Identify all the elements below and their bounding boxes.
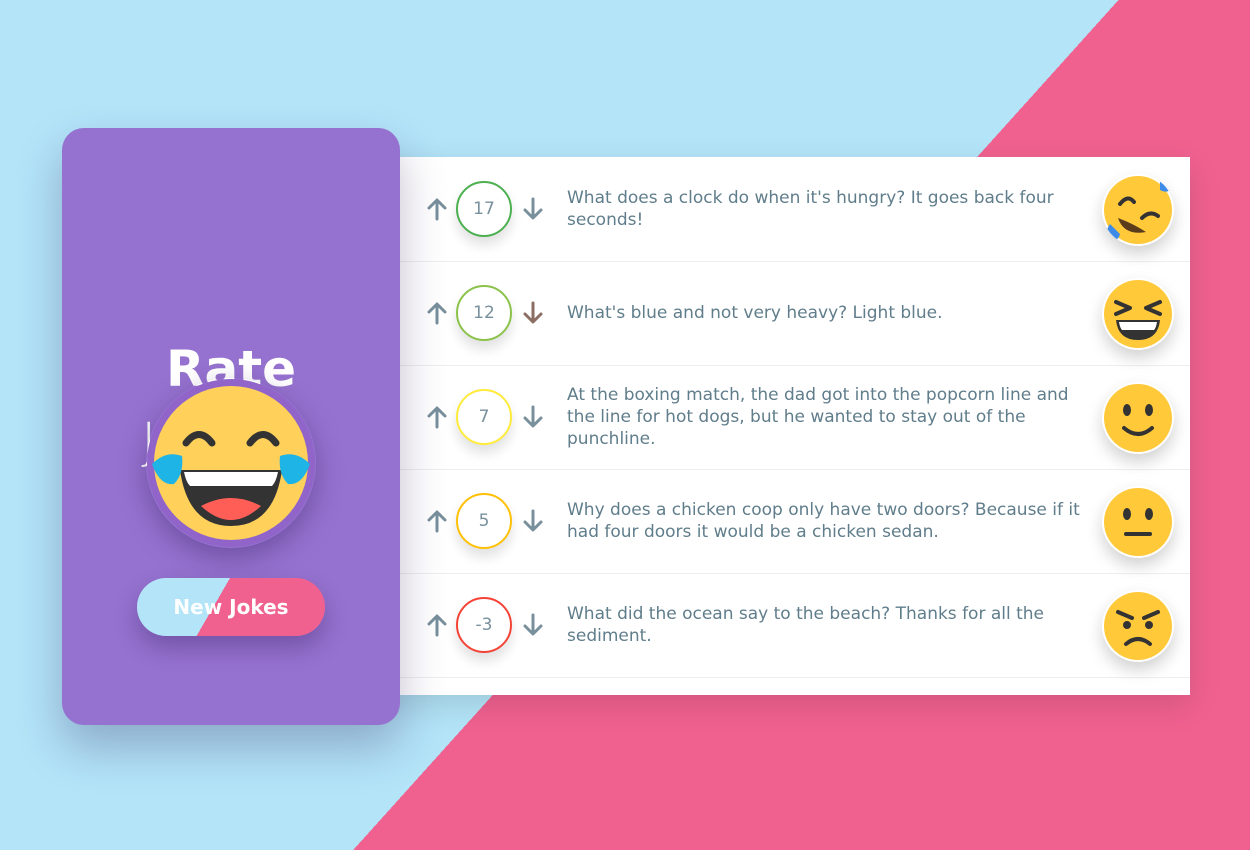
grinning-squinting-face-icon	[1104, 280, 1172, 348]
score-circle: -3	[456, 597, 512, 653]
jokes-list: 17 What does a clock do when it's hungry…	[380, 157, 1190, 695]
joke-text: At the boxing match, the dad got into th…	[567, 385, 1069, 449]
neutral-face-icon	[1104, 488, 1172, 556]
rolling-laughing-face-icon	[147, 379, 315, 547]
upvote-arrow-icon[interactable]	[423, 611, 451, 639]
score-circle: 7	[456, 389, 512, 445]
score-circle: 12	[456, 285, 512, 341]
upvote-arrow-icon[interactable]	[423, 299, 451, 327]
downvote-arrow-icon[interactable]	[519, 299, 547, 327]
rolling-on-floor-laughing-icon	[1104, 176, 1172, 244]
joke-text: What's blue and not very heavy? Light bl…	[567, 303, 943, 323]
joke-text: What did the ocean say to the beach? Tha…	[567, 604, 1045, 646]
upvote-arrow-icon[interactable]	[423, 403, 451, 431]
score-circle: 17	[456, 181, 512, 237]
joke-row: -3 What did the ocean say to the beach? …	[400, 573, 1190, 678]
joke-text: What does a clock do when it's hungry? I…	[567, 188, 1054, 230]
joke-row: 12 What's blue and not very heavy? Light…	[400, 261, 1190, 366]
slightly-smiling-face-icon	[1104, 384, 1172, 452]
downvote-arrow-icon[interactable]	[519, 195, 547, 223]
downvote-arrow-icon[interactable]	[519, 403, 547, 431]
joke-row: 5 Why does a chicken coop only have two …	[400, 469, 1190, 574]
sidebar: Rate Jokes New Jokes	[62, 128, 400, 725]
angry-face-icon	[1104, 592, 1172, 660]
joke-row: 7 At the boxing match, the dad got into …	[400, 365, 1190, 470]
joke-row: 17 What does a clock do when it's hungry…	[400, 157, 1190, 262]
upvote-arrow-icon[interactable]	[423, 507, 451, 535]
downvote-arrow-icon[interactable]	[519, 611, 547, 639]
upvote-arrow-icon[interactable]	[423, 195, 451, 223]
joke-text: Why does a chicken coop only have two do…	[567, 500, 1080, 542]
downvote-arrow-icon[interactable]	[519, 507, 547, 535]
score-circle: 5	[456, 493, 512, 549]
new-jokes-button[interactable]: New Jokes	[137, 578, 325, 636]
